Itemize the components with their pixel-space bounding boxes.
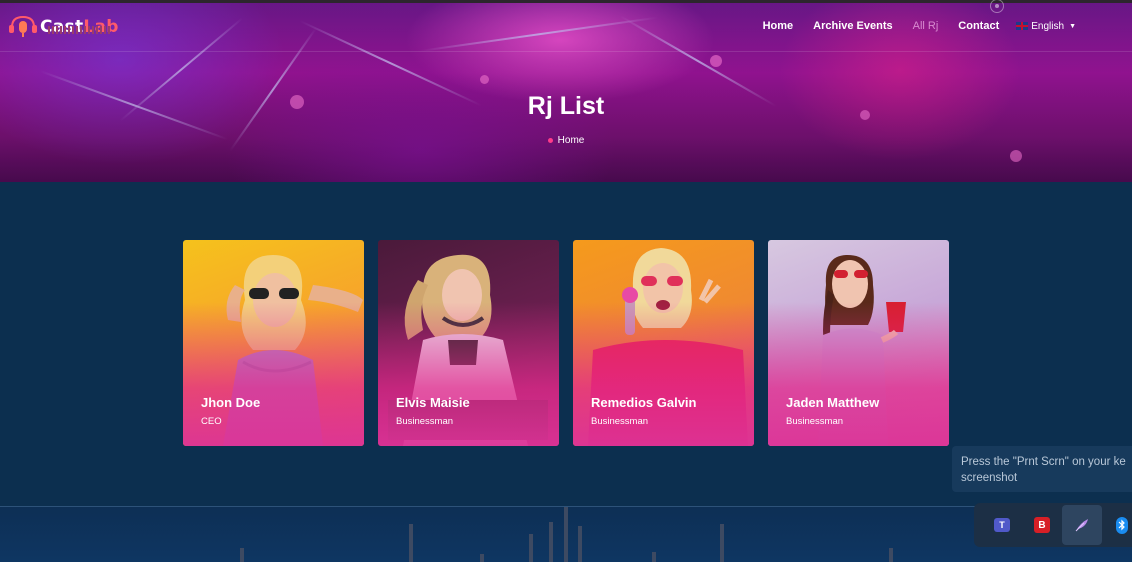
rj-card[interactable]: Elvis Maisie Businessman: [378, 240, 559, 446]
nav-archive-events[interactable]: Archive Events: [813, 20, 892, 32]
rj-card[interactable]: Jaden Matthew Businessman: [768, 240, 949, 446]
caret-down-icon: ▼: [1069, 22, 1076, 30]
equalizer-bar: [889, 548, 893, 562]
equalizer-bar: [578, 526, 582, 562]
page-title: Rj List: [527, 92, 605, 120]
toast-line-2: screenshot: [961, 472, 1018, 484]
red-app-icon: B: [1034, 517, 1050, 533]
nav-contact[interactable]: Contact: [958, 20, 999, 32]
rj-role: Businessman: [591, 416, 649, 427]
nav-divider: [0, 51, 1132, 52]
red-app-tray-button[interactable]: B: [1022, 505, 1062, 545]
teams-icon: T: [994, 518, 1010, 532]
footer-equalizer: [0, 507, 1132, 562]
main-nav: Home Archive Events All Rj Contact Engli…: [743, 20, 1076, 32]
toast-line-1: Press the "Prnt Scrn" on your ke: [961, 456, 1126, 468]
feather-icon: [1075, 519, 1088, 532]
nav-all-rj[interactable]: All Rj: [913, 20, 939, 32]
rj-name: Jhon Doe: [201, 395, 261, 410]
equalizer-bar: [720, 524, 724, 562]
breadcrumb: Home: [0, 135, 1132, 146]
equalizer-bar: [564, 507, 568, 562]
equalizer-bar: [240, 548, 244, 562]
rj-card[interactable]: Jhon Doe CEO: [183, 240, 364, 446]
rj-role: Businessman: [396, 416, 454, 427]
screenshot-toast[interactable]: Press the "Prnt Scrn" on your ke screens…: [952, 446, 1132, 492]
equalizer-bar: [409, 524, 413, 562]
feather-tray-button[interactable]: [1062, 505, 1102, 545]
microphone-icon: [9, 15, 37, 37]
equalizer-bar: [549, 522, 553, 562]
rj-name: Jaden Matthew: [786, 395, 880, 410]
language-selector[interactable]: English ▼: [1016, 21, 1076, 32]
language-label: English: [1031, 20, 1065, 32]
bluetooth-icon: [1116, 516, 1128, 534]
hero-banner: CastLab Home Archive Events All Rj Conta…: [0, 0, 1132, 182]
rj-role: Businessman: [786, 416, 844, 427]
equalizer-bar: [529, 534, 533, 562]
breadcrumb-dot-icon: [547, 138, 553, 143]
rj-card-list: Jhon Doe CEO Elvis Maisie Businessman Re…: [183, 240, 949, 446]
equalizer-bar: [480, 554, 484, 562]
rj-role: CEO: [201, 416, 222, 427]
uk-flag-icon: [1016, 22, 1029, 30]
bluetooth-tray-button[interactable]: [1102, 505, 1132, 545]
rj-card[interactable]: Remedios Galvin Businessman: [573, 240, 754, 446]
breadcrumb-home[interactable]: Home: [558, 135, 585, 146]
logo-equalizer: [48, 26, 110, 34]
rj-name: Remedios Galvin: [591, 395, 697, 410]
teams-tray-button[interactable]: T: [982, 505, 1022, 545]
system-tray-flyout: T B: [974, 503, 1132, 547]
nav-home[interactable]: Home: [763, 20, 794, 32]
equalizer-bar: [652, 552, 656, 562]
rj-name: Elvis Maisie: [396, 395, 470, 410]
